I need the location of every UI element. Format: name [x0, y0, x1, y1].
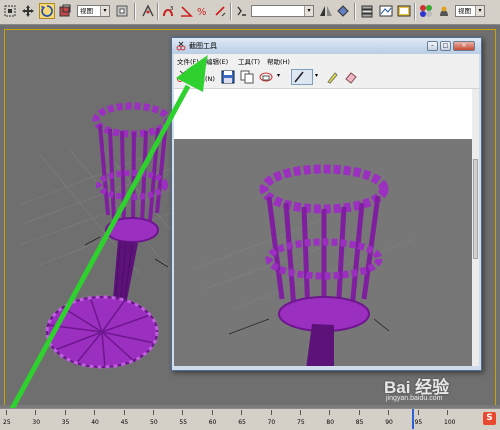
chevron-down-icon: ▾: [304, 6, 313, 16]
reference-coord-value: 视图: [80, 7, 93, 15]
named-selection-set-field[interactable]: ▾: [251, 5, 314, 17]
mirror-icon[interactable]: [318, 3, 334, 19]
select-move-icon[interactable]: [20, 3, 36, 19]
chevron-down-icon: ▾: [100, 6, 109, 16]
pen-tool-icon[interactable]: [291, 69, 313, 85]
layer-manager-icon[interactable]: [359, 3, 375, 19]
main-toolbar: 视图 ▾ 3 % ▾ 视图 ▾: [0, 0, 500, 25]
timeline-tick-mark: [270, 410, 272, 415]
window-menubar: 文件(F) 编辑(E) 工具(T) 帮助(H): [174, 54, 479, 66]
timeline-tick-mark: [123, 410, 125, 415]
select-scale-icon[interactable]: [57, 3, 73, 19]
snip-image-scene: [193, 164, 415, 366]
window-titlebar[interactable]: 截图工具 – □ ×: [172, 38, 481, 54]
maximize-button[interactable]: □: [440, 41, 451, 51]
timeline-tick-mark: [417, 410, 419, 415]
timeline-tick-mark: [64, 410, 66, 415]
spinner-snap-icon[interactable]: [212, 3, 228, 19]
select-manipulate-icon[interactable]: [140, 3, 156, 19]
timeline-tick-mark: [241, 410, 243, 415]
timeline-tick-mark: [358, 410, 360, 415]
curve-editor-icon[interactable]: [378, 3, 394, 19]
viewport-select[interactable]: 视图 ▾: [455, 5, 485, 17]
timeline-tick-label: 60: [208, 419, 217, 426]
watermark-url: jingyan.baidu.com: [386, 395, 443, 402]
timeline-tick-mark: [153, 410, 154, 415]
pivot-center-icon[interactable]: [114, 3, 130, 19]
select-rotate-icon[interactable]: [39, 3, 55, 19]
timeline-tick-mark: [388, 410, 390, 415]
timeline-tick-label: 95: [414, 419, 423, 426]
timeline-tick-mark: [329, 410, 331, 415]
snip-canvas: [174, 89, 472, 366]
menu-tools[interactable]: 工具(T): [238, 56, 260, 66]
timeline-tick-label: 50: [150, 419, 158, 426]
glass-model: [45, 102, 172, 369]
snap-toggle-icon[interactable]: 3: [160, 3, 176, 19]
angle-snap-icon[interactable]: [178, 3, 194, 19]
timeline-tick-label: 25: [3, 419, 11, 426]
timeline-tick-label: 45: [120, 419, 129, 426]
eraser-icon[interactable]: [344, 70, 358, 84]
new-snip-icon[interactable]: [176, 70, 190, 84]
timeline-tick-mark: [447, 410, 448, 415]
percent-snap-icon[interactable]: %: [195, 3, 211, 19]
svg-text:%: %: [197, 7, 207, 18]
snipping-tool-window: 截图工具 – □ × 文件(F) 编辑(E) 工具(T) 帮助(H) 新建(N)…: [171, 37, 482, 371]
chevron-down-icon[interactable]: ▾: [315, 72, 318, 79]
timeline-tick-label: 70: [267, 419, 276, 426]
scissors-icon: [176, 41, 186, 51]
menu-edit[interactable]: 编辑(E): [206, 56, 228, 66]
timeline-tick-label: 85: [355, 419, 364, 426]
save-icon[interactable]: [221, 70, 235, 84]
material-editor-icon[interactable]: [418, 3, 434, 19]
timeline-tick-label: 65: [238, 419, 246, 426]
minimize-button[interactable]: –: [427, 41, 438, 51]
window-toolbar: 新建(N) ▾ ▾: [174, 66, 479, 89]
timeline-tick-label: 100: [444, 419, 456, 426]
timeline-ruler[interactable]: 25 30 35 40 45 50 55 60 65 70 75 80 85 90 95 100: [0, 408, 500, 430]
highlighter-icon[interactable]: [325, 70, 339, 84]
timeline-tick-label: 90: [385, 419, 393, 426]
copy-icon[interactable]: [240, 70, 254, 84]
new-snip-label[interactable]: 新建(N): [192, 73, 215, 83]
menu-help[interactable]: 帮助(H): [267, 56, 290, 66]
svg-text:3: 3: [170, 6, 173, 12]
timeline-tick-label: 75: [297, 419, 305, 426]
timeline-tick-mark: [300, 410, 301, 415]
scrollbar-thumb[interactable]: [473, 159, 478, 259]
named-selection-icon[interactable]: [234, 3, 250, 19]
schematic-view-icon[interactable]: [396, 3, 412, 19]
timeline-tick-mark: [6, 410, 7, 415]
snip-image: [174, 139, 472, 366]
chevron-down-icon: ▾: [475, 6, 484, 16]
align-icon[interactable]: [335, 3, 351, 19]
timeline-tick-label: 30: [32, 419, 41, 426]
baidu-watermark: Bai 经验 jingyan.baidu.com: [384, 373, 494, 407]
timeline-tick-label: 40: [91, 419, 99, 426]
timeline-tick-mark: [94, 410, 96, 415]
vertical-scrollbar[interactable]: [472, 89, 479, 366]
render-setup-icon[interactable]: [436, 3, 452, 19]
timeline-tick-label: 80: [326, 419, 335, 426]
chevron-down-icon[interactable]: ▾: [277, 72, 280, 79]
send-snip-icon[interactable]: [259, 70, 273, 84]
menu-file[interactable]: 文件(F): [177, 56, 199, 66]
timeline-tick-mark: [35, 410, 37, 415]
window-title: 截图工具: [189, 42, 217, 50]
select-region-icon[interactable]: [2, 3, 18, 19]
reference-coord-select[interactable]: 视图 ▾: [77, 5, 110, 17]
timeline-tick-mark: [211, 410, 213, 415]
close-button[interactable]: ×: [453, 41, 475, 51]
time-slider-marker[interactable]: [412, 409, 414, 429]
viewport-select-value: 视图: [458, 7, 471, 15]
timeline-tick-label: 55: [179, 419, 188, 426]
timeline-tick-label: 35: [61, 419, 70, 426]
sogou-ime-icon[interactable]: S: [483, 412, 496, 425]
timeline-tick-mark: [182, 410, 184, 415]
